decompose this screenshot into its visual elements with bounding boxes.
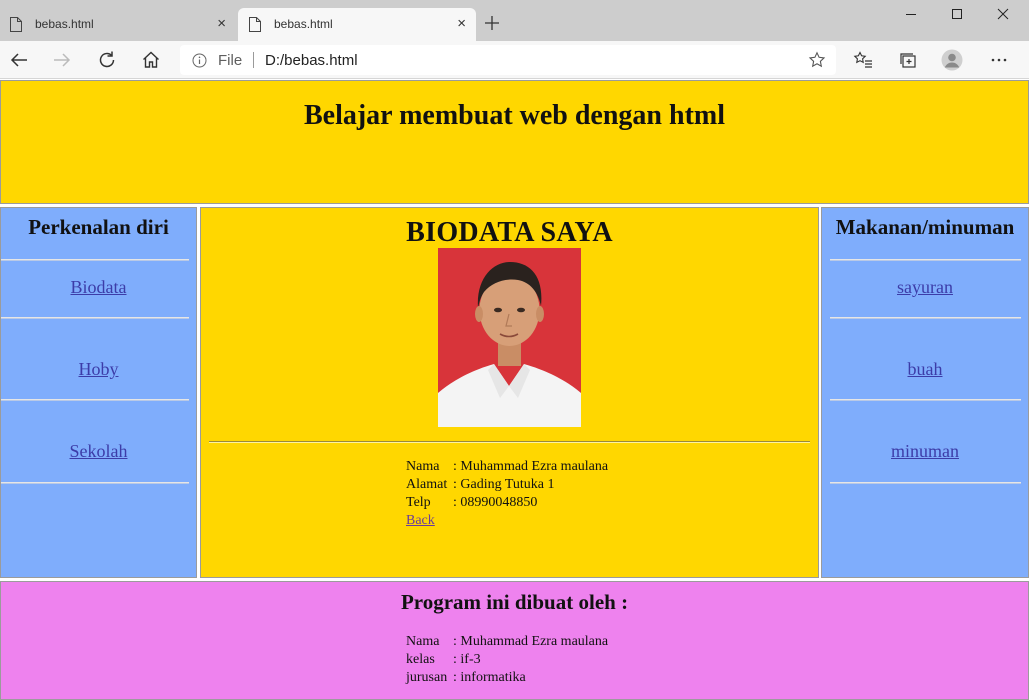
divider: [1, 317, 189, 319]
star-icon[interactable]: [808, 51, 826, 69]
profile-photo-image: [438, 248, 581, 427]
info-label: jurusan: [406, 670, 448, 685]
sidebar-link-minuman[interactable]: minuman: [822, 441, 1028, 462]
info-value: : Gading Tutuka 1: [453, 477, 555, 492]
back-link[interactable]: Back: [406, 512, 435, 530]
tab-title: bebas.html: [35, 17, 94, 31]
favorites-icon[interactable]: [852, 49, 874, 71]
page-title: Belajar membuat web dengan html: [303, 100, 726, 131]
page-header: Belajar membuat web dengan html: [0, 80, 1029, 204]
sidebar-link-buah[interactable]: buah: [822, 359, 1028, 380]
tab-strip: bebas.html × bebas.html ×: [0, 0, 1029, 41]
info-value: : Muhammad Ezra maulana: [453, 634, 609, 649]
refresh-icon[interactable]: [96, 49, 118, 71]
info-label: Nama: [406, 459, 440, 474]
left-sidebar-heading: Perkenalan diri: [28, 215, 169, 239]
maximize-button[interactable]: [944, 4, 970, 26]
tab-title: bebas.html: [274, 17, 333, 31]
address-scheme-label: File: [218, 52, 243, 69]
page-footer: Program ini dibuat oleh : Nama : Muhamma…: [0, 581, 1029, 700]
web-page: Belajar membuat web dengan html Perkenal…: [0, 80, 1029, 700]
sidebar-link-sayuran[interactable]: sayuran: [822, 277, 1028, 298]
info-icon[interactable]: [192, 53, 207, 68]
main-heading: BIODATA SAYA: [406, 217, 613, 248]
main-content: BIODATA SAYA Nama : Muhammad Ezra maulan…: [200, 207, 819, 578]
minimize-button[interactable]: [898, 4, 924, 26]
divider: [830, 317, 1021, 319]
tab-active[interactable]: bebas.html ×: [238, 8, 476, 41]
footer-heading: Program ini dibuat oleh :: [400, 590, 629, 614]
divider: [1, 482, 189, 484]
sidebar-link-hoby[interactable]: Hoby: [1, 359, 196, 380]
back-icon[interactable]: [8, 49, 30, 71]
plus-icon[interactable]: [482, 13, 502, 33]
info-label: Alamat: [406, 477, 448, 492]
address-url[interactable]: D:/bebas.html: [265, 52, 358, 69]
profile-photo: [438, 248, 581, 427]
tab-inactive[interactable]: bebas.html ×: [0, 8, 236, 41]
more-icon[interactable]: [988, 49, 1010, 71]
divider: [1, 399, 189, 401]
info-value: : 08990048850: [453, 495, 538, 510]
forward-icon[interactable]: [51, 49, 73, 71]
page-icon: [249, 17, 261, 32]
info-label: Telp: [406, 495, 431, 510]
divider: [830, 482, 1021, 484]
address-separator: [253, 52, 254, 68]
close-icon[interactable]: ×: [217, 16, 226, 32]
maximize-icon: [952, 9, 962, 19]
profile-icon[interactable]: [941, 49, 963, 71]
right-sidebar: Makanan/minuman sayuran buah minuman: [821, 207, 1029, 578]
info-value: : Muhammad Ezra maulana: [453, 459, 609, 474]
divider: [209, 441, 810, 443]
divider: [1, 259, 189, 261]
page-icon: [10, 17, 22, 32]
info-label: kelas: [406, 652, 435, 667]
close-icon[interactable]: ×: [457, 16, 466, 32]
home-icon[interactable]: [140, 49, 162, 71]
window-close-button[interactable]: [990, 4, 1016, 26]
left-sidebar: Perkenalan diri Biodata Hoby Sekolah: [0, 207, 197, 578]
sidebar-link-sekolah[interactable]: Sekolah: [1, 441, 196, 462]
sidebar-link-biodata[interactable]: Biodata: [1, 277, 196, 298]
window-close-icon: [997, 8, 1009, 20]
info-label: Nama: [406, 634, 440, 649]
divider: [830, 259, 1021, 261]
minimize-icon: [906, 14, 916, 15]
browser-toolbar: File D:/bebas.html: [0, 41, 1029, 79]
address-bar[interactable]: File D:/bebas.html: [180, 45, 836, 75]
info-value: : if-3: [453, 652, 481, 667]
right-sidebar-heading: Makanan/minuman: [835, 215, 1015, 239]
divider: [830, 399, 1021, 401]
info-value: : informatika: [453, 670, 526, 685]
collections-icon[interactable]: [897, 49, 919, 71]
